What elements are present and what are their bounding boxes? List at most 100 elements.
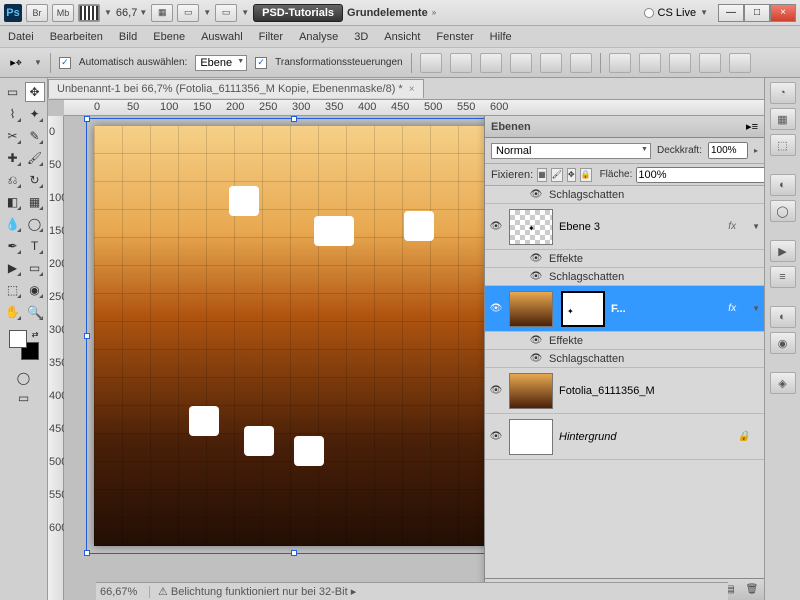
shape-tool[interactable]: ▭ — [25, 258, 45, 278]
layer-effect-row[interactable]: 👁Schlagschatten — [485, 268, 764, 286]
blur-tool[interactable]: 💧 — [3, 214, 23, 234]
screen-mode-button[interactable]: ▭ — [14, 388, 34, 408]
move-tool[interactable]: ✥ — [25, 82, 45, 102]
distribute-button[interactable] — [669, 53, 691, 73]
history-panel-icon[interactable]: ▶ — [770, 240, 796, 262]
hand-tool[interactable]: ✋ — [3, 302, 23, 322]
menu-bild[interactable]: Bild — [119, 31, 137, 43]
visibility-icon[interactable]: 👁 — [529, 334, 543, 348]
type-tool[interactable]: T — [25, 236, 45, 256]
lock-pixels-button[interactable]: 🖌 — [551, 168, 563, 182]
menu-bearbeiten[interactable]: Bearbeiten — [50, 31, 103, 43]
transform-bounding-box[interactable] — [86, 118, 502, 554]
distribute-button[interactable] — [609, 53, 631, 73]
auto-select-scope-dropdown[interactable]: Ebene — [195, 55, 247, 71]
layer-mask-thumbnail[interactable] — [561, 291, 605, 327]
layer-thumbnail[interactable]: ✦ — [509, 209, 553, 245]
close-button[interactable]: × — [770, 4, 796, 22]
blend-mode-dropdown[interactable]: Normal — [491, 143, 651, 159]
cs-live-button[interactable]: CS Live ▼ — [638, 7, 714, 19]
menu-analyse[interactable]: Analyse — [299, 31, 338, 43]
align-bottom-button[interactable] — [480, 53, 502, 73]
history-brush-tool[interactable]: ↻ — [25, 170, 45, 190]
lock-position-button[interactable]: ✥ — [567, 168, 576, 182]
color-swatches[interactable]: ⇄ — [9, 330, 39, 360]
visibility-icon[interactable]: 👁 — [489, 302, 503, 316]
layer-effect-row[interactable]: 👁Schlagschatten — [485, 350, 764, 368]
lock-transparency-button[interactable]: ▦ — [537, 168, 547, 182]
layer-row[interactable]: 👁 Hintergrund 🔒 — [485, 414, 764, 460]
proof-button[interactable]: ▭ — [177, 4, 199, 22]
lock-all-button[interactable]: 🔒 — [580, 168, 592, 182]
canvas-viewport[interactable]: Ebenen ▸≡ Normal Deckkraft: ▸ Fixieren: … — [64, 116, 764, 600]
brush-tool[interactable]: 🖌 — [25, 148, 45, 168]
healing-brush-tool[interactable]: ✚ — [3, 148, 23, 168]
layer-effect-row[interactable]: 👁Schlagschatten — [485, 186, 764, 204]
pen-tool[interactable]: ✒ — [3, 236, 23, 256]
tab-close-icon[interactable]: × — [409, 84, 415, 95]
distribute-button[interactable] — [729, 53, 751, 73]
status-zoom[interactable]: 66,67% — [100, 586, 150, 598]
transform-handle[interactable] — [84, 333, 90, 339]
align-top-button[interactable] — [420, 53, 442, 73]
minibridge-button[interactable]: Mb — [52, 4, 74, 22]
layer-row-selected[interactable]: 👁 F... fx▼ — [485, 286, 764, 332]
fill-input[interactable] — [636, 167, 764, 183]
align-left-button[interactable] — [510, 53, 532, 73]
visibility-icon[interactable]: 👁 — [529, 270, 543, 284]
visibility-icon[interactable]: 👁 — [529, 252, 543, 266]
layer-name[interactable]: F... — [611, 303, 626, 315]
auto-select-checkbox[interactable]: ✓ — [59, 57, 71, 69]
layer-row[interactable]: 👁 Fotolia_6111356_M — [485, 368, 764, 414]
swatches-panel-icon[interactable]: ▦ — [770, 108, 796, 130]
gradient-tool[interactable]: ▦ — [25, 192, 45, 212]
character-panel-icon[interactable]: ◐ — [770, 306, 796, 328]
masks-panel-icon[interactable]: ◯ — [770, 200, 796, 222]
transform-handle[interactable] — [84, 550, 90, 556]
transform-handle[interactable] — [291, 116, 297, 122]
transform-handle[interactable] — [84, 116, 90, 122]
styles-panel-icon[interactable]: ⬚ — [770, 134, 796, 156]
swap-colors-icon[interactable]: ⇄ — [32, 330, 39, 339]
layer-effects-row[interactable]: 👁Effekte — [485, 250, 764, 268]
visibility-icon[interactable]: 👁 — [529, 188, 543, 202]
workspace-pill[interactable]: PSD-Tutorials — [253, 4, 343, 22]
fx-badge[interactable]: fx — [728, 221, 746, 232]
minimize-button[interactable]: — — [718, 4, 744, 22]
document-tab[interactable]: Unbenannt-1 bei 66,7% (Fotolia_6111356_M… — [48, 79, 424, 98]
layer-thumbnail[interactable] — [509, 373, 553, 409]
distribute-button[interactable] — [639, 53, 661, 73]
eyedropper-tool[interactable]: ✎ — [25, 126, 45, 146]
workspace-subtitle[interactable]: Grundelemente — [347, 7, 428, 19]
visibility-icon[interactable]: 👁 — [489, 384, 503, 398]
menu-hilfe[interactable]: Hilfe — [490, 31, 512, 43]
menu-auswahl[interactable]: Auswahl — [201, 31, 243, 43]
align-middle-button[interactable] — [450, 53, 472, 73]
align-center-button[interactable] — [540, 53, 562, 73]
bridge-button[interactable]: Br — [26, 4, 48, 22]
maximize-button[interactable]: □ — [744, 4, 770, 22]
layer-thumbnail[interactable] — [509, 291, 553, 327]
3d-camera-tool[interactable]: ◉ — [25, 280, 45, 300]
color-panel-icon[interactable]: ◔ — [770, 82, 796, 104]
layers-dock-icon[interactable]: ◈ — [770, 372, 796, 394]
menu-ansicht[interactable]: Ansicht — [384, 31, 420, 43]
chevron-down-icon[interactable]: ▼ — [203, 8, 211, 17]
lasso-tool[interactable]: ⌇ — [3, 104, 23, 124]
crop-tool[interactable]: ✂ — [3, 126, 23, 146]
chevron-down-icon[interactable]: ▼ — [104, 8, 112, 17]
screen-mode-button[interactable]: ▭ — [215, 4, 237, 22]
transform-controls-checkbox[interactable]: ✓ — [255, 57, 267, 69]
menu-ebene[interactable]: Ebene — [153, 31, 185, 43]
opacity-input[interactable] — [708, 142, 748, 159]
menu-fenster[interactable]: Fenster — [436, 31, 473, 43]
magic-wand-tool[interactable]: ✦ — [25, 104, 45, 124]
menu-datei[interactable]: Datei — [8, 31, 34, 43]
menu-3d[interactable]: 3D — [354, 31, 368, 43]
zoom-level-dropdown[interactable]: 66,7▼ — [116, 7, 147, 19]
foreground-color-swatch[interactable] — [9, 330, 27, 348]
menu-filter[interactable]: Filter — [259, 31, 283, 43]
actions-panel-icon[interactable]: ≡ — [770, 266, 796, 288]
3d-tool[interactable]: ⬚ — [3, 280, 23, 300]
path-selection-tool[interactable]: ▶ — [3, 258, 23, 278]
